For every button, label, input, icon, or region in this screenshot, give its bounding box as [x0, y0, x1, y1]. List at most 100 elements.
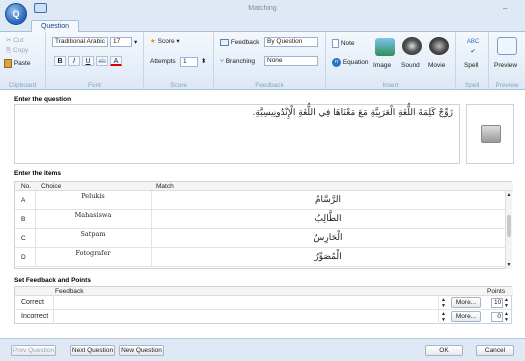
branching-label: ⑂ Branching — [220, 58, 255, 65]
movie-button-label[interactable]: Movie — [428, 62, 445, 69]
incorrect-label: Incorrect — [21, 313, 49, 320]
item-match[interactable]: الرَّسَّامُ — [151, 191, 505, 210]
item-choice[interactable]: Mahasiswa — [35, 210, 151, 229]
new-question-button[interactable]: New Question — [119, 345, 164, 356]
item-no: D — [21, 254, 26, 261]
score-icon: ★ — [150, 38, 156, 45]
item-choice[interactable]: Pelukis — [35, 191, 151, 210]
preview-icon[interactable] — [497, 37, 517, 55]
item-row[interactable]: D Fotografer الْمُصَوِّرُ — [15, 248, 505, 267]
cancel-button[interactable]: Cancel — [476, 345, 514, 356]
correct-points-input[interactable]: 10 — [491, 298, 503, 308]
feedback-group-label: Feedback — [255, 82, 284, 89]
incorrect-feedback-input[interactable] — [53, 310, 439, 324]
sound-button-label[interactable]: Sound — [401, 62, 420, 69]
branching-select[interactable]: None — [264, 56, 318, 66]
feedback-group: Feedback By Question ⑂ Branching None Fe… — [214, 32, 326, 90]
bottom-button-bar: Prev Question Next Question New Question… — [0, 338, 525, 361]
col-no: No. — [21, 183, 32, 190]
copy-button[interactable]: ⎘ Copy — [6, 47, 28, 55]
spell-check-icon[interactable]: ABC ✔ — [463, 37, 483, 55]
score-group: ★ Score ▾ Attempts 1 ⬍ Score — [144, 32, 214, 90]
item-no: A — [21, 197, 26, 204]
col-match: Match — [156, 183, 174, 190]
scroll-down-icon[interactable]: ▼ — [506, 262, 512, 268]
preview-group-label: Preview — [495, 82, 519, 89]
app-menu-button[interactable]: Q — [5, 3, 27, 25]
next-question-button[interactable]: Next Question — [70, 345, 115, 356]
paste-label: Paste — [13, 60, 31, 68]
image-button-label[interactable]: Image — [373, 62, 391, 69]
item-no: C — [21, 235, 26, 242]
attempts-input[interactable]: 1 — [180, 57, 198, 67]
equation-button[interactable]: π Equation — [332, 58, 368, 67]
font-size-select[interactable]: 17 — [110, 37, 132, 47]
note-icon — [332, 39, 339, 48]
paste-icon — [4, 59, 12, 68]
score-label: Score — [157, 38, 175, 45]
font-family-select[interactable]: Traditional Arabic — [52, 37, 108, 47]
feedback-icon — [220, 39, 229, 46]
item-match[interactable]: الْمُصَوِّرُ — [151, 248, 505, 267]
scrollbar-thumb[interactable] — [507, 215, 511, 237]
question-editor[interactable]: زَوِّجْ كَلِمَةَ اللُّغَةِ الْعَرَبِيَّة… — [14, 104, 460, 164]
note-button[interactable]: Note — [332, 39, 355, 48]
font-color-button[interactable]: A — [110, 56, 122, 66]
media-placeholder-icon — [481, 125, 501, 143]
preview-group: Preview Preview — [489, 32, 525, 90]
spell-button-label[interactable]: Spell — [464, 62, 478, 69]
col-feedback: Feedback — [55, 288, 84, 295]
item-choice[interactable]: Satpam — [35, 229, 151, 248]
equation-icon: π — [332, 58, 341, 67]
preview-button-label[interactable]: Preview — [494, 62, 517, 69]
item-row[interactable]: B Mahasiswa الطَّالِبُ — [15, 210, 505, 229]
strikethrough-button[interactable]: ab — [96, 56, 108, 66]
feedback-label: Feedback — [220, 39, 259, 46]
italic-button[interactable]: I — [68, 56, 80, 66]
minimize-button[interactable]: – — [503, 4, 507, 13]
cut-button[interactable]: ✂ Cut — [6, 36, 23, 44]
prev-question-button[interactable]: Prev Question — [11, 345, 56, 356]
incorrect-points-input[interactable]: 0 — [491, 312, 503, 322]
item-row[interactable]: C Satpam الْحَارِسُ — [15, 229, 505, 248]
attempts-spinner[interactable]: ⬍ — [201, 57, 206, 65]
question-media-box[interactable] — [466, 104, 514, 164]
correct-more-button[interactable]: More... — [451, 297, 481, 308]
ok-button[interactable]: OK — [425, 345, 463, 356]
score-button[interactable]: ★ Score ▾ — [150, 37, 180, 45]
score-group-label: Score — [170, 82, 187, 89]
clipboard-group-label: Clipboard — [8, 82, 37, 89]
feedback-points-table: Feedback Points Correct ▲ ▼ More... 10 ▲ ▼… — [14, 286, 513, 324]
correct-points-spinner[interactable]: ▲ ▼ — [504, 297, 509, 309]
image-icon[interactable] — [375, 38, 395, 56]
movie-icon[interactable] — [429, 37, 449, 55]
feedback-points-heading: Set Feedback and Points — [14, 277, 91, 284]
incorrect-feedback-scroll-icon[interactable]: ▲ ▼ — [441, 311, 446, 323]
paste-button[interactable]: Paste — [4, 59, 30, 68]
font-size-dropdown-icon[interactable]: ▾ — [134, 38, 137, 46]
spell-group-label: Spell — [464, 82, 480, 89]
bold-button[interactable]: B — [54, 56, 66, 66]
items-table-header: No. Choice Match — [15, 182, 513, 191]
correct-feedback-input[interactable] — [53, 296, 439, 310]
feedback-select[interactable]: By Question — [264, 37, 318, 47]
underline-button[interactable]: U — [82, 56, 94, 66]
item-match[interactable]: الْحَارِسُ — [151, 229, 505, 248]
correct-feedback-scroll-icon[interactable]: ▲ ▼ — [441, 297, 446, 309]
ribbon: ✂ Cut ⎘ Copy Paste Clipboard Traditional… — [0, 32, 525, 90]
col-choice: Choice — [41, 183, 62, 190]
feedback-row-incorrect: Incorrect ▲ ▼ More... 0 ▲ ▼ — [15, 310, 513, 324]
insert-group-label: Insert — [382, 82, 399, 89]
item-row[interactable]: A Pelukis الرَّسَّامُ — [15, 191, 505, 210]
sound-icon[interactable] — [402, 37, 422, 55]
incorrect-more-button[interactable]: More... — [451, 311, 481, 322]
item-choice[interactable]: Fotografer — [35, 248, 151, 267]
scroll-up-icon[interactable]: ▲ — [506, 192, 512, 198]
items-heading: Enter the items — [14, 170, 61, 177]
item-match[interactable]: الطَّالِبُ — [151, 210, 505, 229]
item-no: B — [21, 216, 26, 223]
feedback-points-header: Feedback Points — [15, 287, 513, 296]
attempts-label: Attempts — [150, 58, 176, 65]
items-scrollbar[interactable]: ▲ ▼ — [505, 191, 512, 269]
incorrect-points-spinner[interactable]: ▲ ▼ — [504, 311, 509, 323]
